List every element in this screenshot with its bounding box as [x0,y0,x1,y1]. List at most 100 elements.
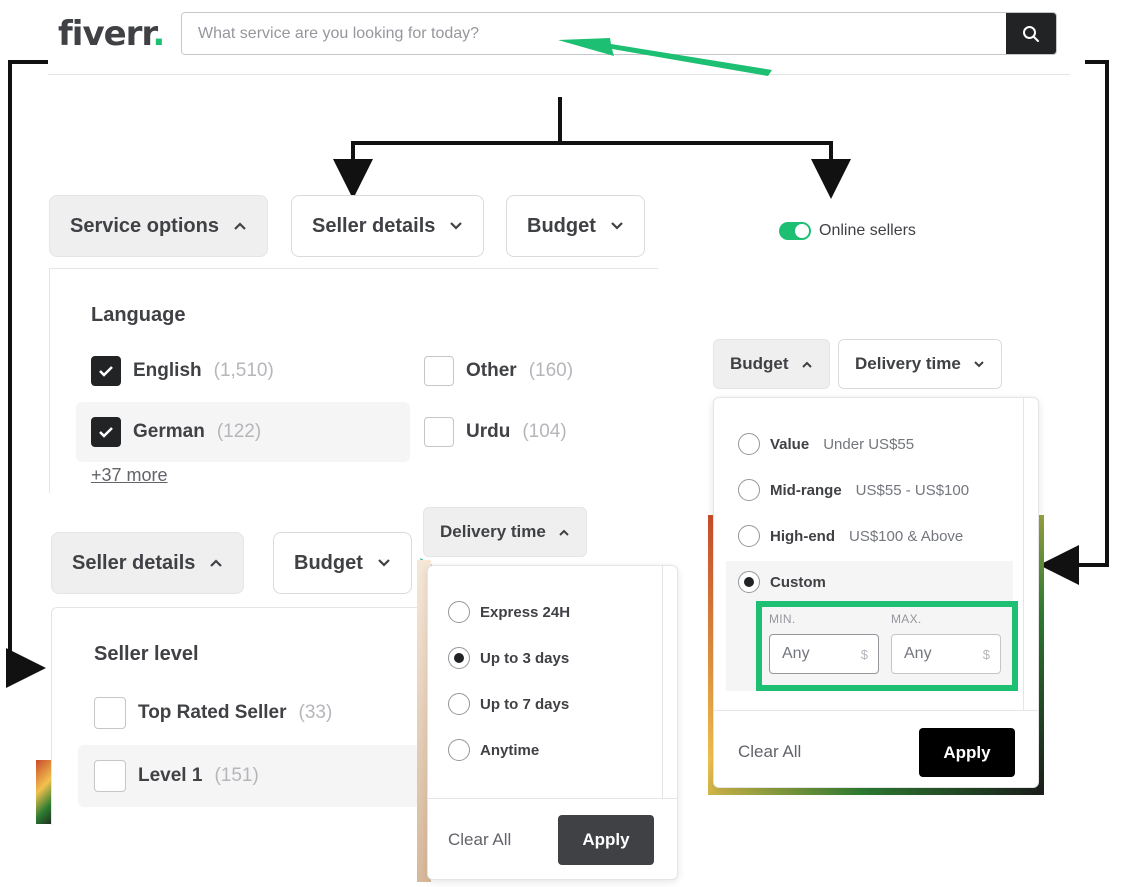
budget-option-mid-range[interactable]: Mid-range US$55 - US$100 [738,479,969,501]
language-option-urdu[interactable]: Urdu (104) [424,417,567,447]
language-option-english[interactable]: English (1,510) [91,356,274,386]
online-sellers-label: Online sellers [819,222,916,239]
pill-label: Delivery time [855,354,961,373]
option-label: Value [770,435,810,453]
delivery-option-express[interactable]: Express 24H [448,601,570,623]
seller-details-pill[interactable]: Seller details [291,195,485,257]
online-sellers-toggle[interactable] [779,222,811,240]
chevron-down-icon [974,360,984,367]
scrollbar-track[interactable] [1023,398,1024,710]
connector-arrow [6,60,48,688]
apply-button[interactable]: Apply [919,728,1015,777]
checkbox[interactable] [91,417,121,447]
seller-level-option-top-rated[interactable]: Top Rated Seller (33) [94,697,332,729]
seller-details-pill-open[interactable]: Seller details [51,532,245,594]
pill-label: Budget [527,214,596,237]
checkbox[interactable] [424,356,454,386]
checkbox[interactable] [94,697,126,729]
option-label: Up to 3 days [480,649,570,667]
delivery-time-pill-open[interactable]: Delivery time [423,507,587,557]
checkbox[interactable] [424,417,454,447]
connector-arrow [560,141,851,199]
seller-level-title: Seller level [94,643,199,665]
budget-option-custom[interactable]: Custom [738,571,826,593]
option-label: Custom [770,573,826,591]
radio-button[interactable] [738,525,760,547]
option-label: High-end [770,527,835,545]
option-label: Top Rated Seller [138,702,287,723]
option-label: English [133,360,202,381]
scrollbar-track[interactable] [662,566,663,798]
check-icon [99,366,113,377]
option-label: Level 1 [138,765,203,786]
max-label: MAX. [891,612,922,626]
pill-label: Seller details [72,551,196,574]
pill-label: Delivery time [440,522,546,541]
chevron-down-icon [611,222,623,230]
option-label: Other [466,360,517,381]
divider [428,798,677,799]
budget-option-high-end[interactable]: High-end US$100 & Above [738,525,963,547]
check-icon [99,427,113,438]
option-count: (122) [216,421,262,442]
service-options-pill[interactable]: Service options [49,195,268,257]
chevron-up-icon [801,361,812,368]
language-option-german[interactable]: German (122) [91,417,261,447]
seller-level-panel: Seller level Top Rated Seller (33) Level… [51,607,420,825]
chevron-up-icon [559,529,569,536]
delivery-time-pill[interactable]: Delivery time [838,339,1002,389]
radio-button[interactable] [448,739,470,761]
delivery-option-7-days[interactable]: Up to 7 days [448,693,569,715]
option-count: (160) [528,360,574,381]
option-label: Anytime [480,741,540,759]
currency-symbol: $ [982,646,990,662]
option-count: (1,510) [213,360,274,381]
min-label: MIN. [769,612,796,626]
clear-all-button[interactable]: Clear All [448,830,511,850]
radio-button[interactable] [738,479,760,501]
min-price-input[interactable]: Any $ [769,634,879,674]
min-value: Any [782,645,810,662]
language-option-other[interactable]: Other (160) [424,356,573,386]
apply-button[interactable]: Apply [558,815,654,865]
green-pointer-arrow [558,38,772,76]
option-sublabel: Under US$55 [823,435,915,453]
budget-option-value[interactable]: Value Under US$55 [738,433,914,455]
radio-button[interactable] [448,693,470,715]
option-label: Mid-range [770,481,842,499]
radio-button[interactable] [448,647,470,669]
max-price-input[interactable]: Any $ [891,634,1001,674]
option-count: (33) [298,702,333,723]
option-sublabel: US$100 & Above [849,527,964,545]
option-count: (151) [214,765,259,786]
budget-pill[interactable]: Budget [506,195,645,257]
more-languages-link[interactable]: +37 more [91,465,168,486]
checkbox[interactable] [91,356,121,386]
budget-panel: Value Under US$55 Mid-range US$55 - US$1… [713,397,1039,788]
option-count: (104) [522,421,567,442]
connector-arrow [1039,60,1109,585]
language-title: Language [91,304,186,326]
max-value: Any [904,645,932,662]
divider [714,710,1038,711]
radio-button[interactable] [448,601,470,623]
pill-label: Budget [730,354,789,373]
delivery-time-panel: Express 24H Up to 3 days Up to 7 days An… [427,565,678,880]
radio-button[interactable] [738,433,760,455]
seller-level-option-level-1[interactable]: Level 1 (151) [94,760,259,792]
radio-button[interactable] [738,571,760,593]
chevron-down-icon [378,559,390,567]
currency-symbol: $ [860,646,868,662]
chevron-down-icon [450,222,463,230]
budget-pill-2[interactable]: Budget [273,532,412,594]
clear-all-button[interactable]: Clear All [738,742,801,762]
delivery-option-anytime[interactable]: Anytime [448,739,539,761]
chevron-up-icon [210,559,223,567]
delivery-option-3-days[interactable]: Up to 3 days [448,647,569,669]
budget-pill-open[interactable]: Budget [713,339,830,389]
pill-label: Budget [294,551,363,574]
online-sellers-toggle-row[interactable]: Online sellers [779,222,916,240]
pill-label: Service options [70,214,219,237]
connector-arrow [333,97,562,199]
checkbox[interactable] [94,760,126,792]
